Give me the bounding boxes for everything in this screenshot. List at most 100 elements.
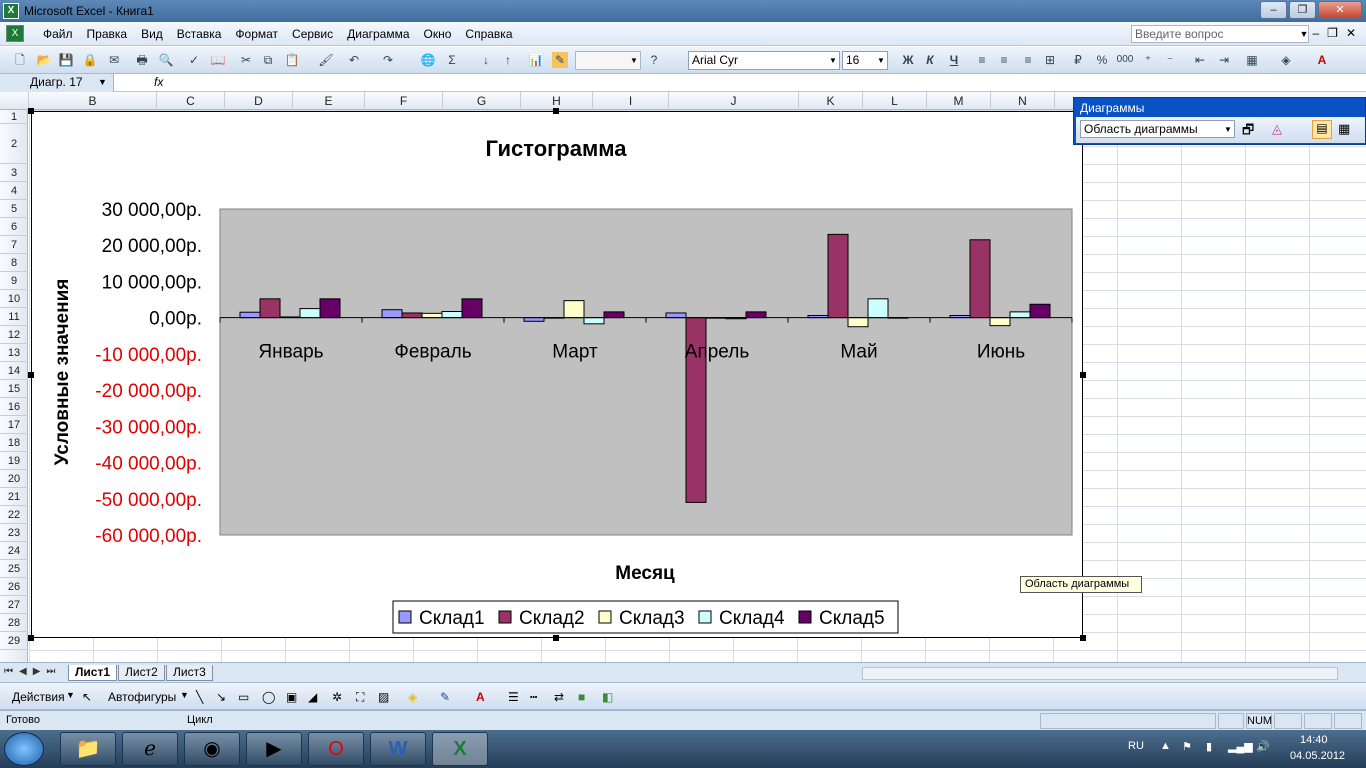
clock-date[interactable]: 04.05.2012	[1290, 750, 1345, 762]
format-chart-area-icon[interactable]: 🗗	[1242, 121, 1254, 143]
sheet-tab-2[interactable]: Лист2	[118, 665, 165, 681]
column-header[interactable]: C	[157, 92, 225, 110]
line-color-icon[interactable]: ✎	[440, 690, 450, 704]
horizontal-scrollbar[interactable]	[862, 667, 1338, 680]
language-indicator[interactable]: RU	[1128, 740, 1144, 752]
print-icon[interactable]: 🖶	[134, 52, 150, 68]
sheet-tab-1[interactable]: Лист1	[68, 665, 118, 681]
row-header[interactable]: 26	[0, 578, 28, 596]
fx-icon[interactable]: fx	[154, 75, 163, 89]
menu-tools[interactable]: Сервис	[285, 27, 340, 41]
action-center-icon[interactable]: ⚑	[1182, 740, 1192, 753]
chevron-down-icon[interactable]: ▼	[180, 690, 189, 700]
menu-view[interactable]: Вид	[134, 27, 170, 41]
dash-style-icon[interactable]: ┅	[530, 690, 537, 704]
menu-window[interactable]: Окно	[417, 27, 459, 41]
row-header[interactable]: 13	[0, 344, 28, 362]
resize-handle[interactable]	[28, 372, 34, 378]
oval-icon[interactable]: ◯	[262, 690, 275, 704]
chart-type-icon[interactable]: ◬	[1272, 121, 1282, 137]
save-icon[interactable]: 💾	[58, 52, 74, 68]
row-header[interactable]: 4	[0, 182, 28, 200]
wordart-icon[interactable]: ◢	[308, 690, 317, 704]
row-header[interactable]: 5	[0, 200, 28, 218]
paste-icon[interactable]: 📋	[284, 52, 300, 68]
permission-icon[interactable]: 🔒	[82, 52, 98, 68]
column-header[interactable]: I	[593, 92, 669, 110]
doc-close-button[interactable]: ✕	[1346, 26, 1356, 40]
row-header[interactable]: 8	[0, 254, 28, 272]
column-header[interactable]: K	[799, 92, 863, 110]
copy-icon[interactable]: ⧉	[260, 52, 276, 68]
row-header[interactable]: 16	[0, 398, 28, 416]
row-header[interactable]: 25	[0, 560, 28, 578]
minimize-button[interactable]: –	[1260, 1, 1287, 19]
menu-format[interactable]: Формат	[228, 27, 285, 41]
fill-color-icon[interactable]: ◈	[1278, 52, 1294, 68]
row-header[interactable]: 18	[0, 434, 28, 452]
network-icon[interactable]: ▂▄▆	[1228, 740, 1253, 753]
column-header[interactable]: E	[293, 92, 365, 110]
help-icon[interactable]: ?	[646, 52, 662, 68]
column-header[interactable]: N	[991, 92, 1055, 110]
data-table-icon[interactable]: ▦	[1338, 121, 1350, 137]
row-header[interactable]: 1	[0, 110, 28, 124]
rectangle-icon[interactable]: ▭	[238, 690, 249, 704]
media-player-icon[interactable]: ▶	[246, 732, 302, 766]
ie-icon[interactable]: ℯ	[122, 732, 178, 766]
column-header[interactable]: B	[29, 92, 157, 110]
align-left-icon[interactable]: ≡	[974, 52, 990, 68]
redo-icon[interactable]: ↷	[380, 52, 396, 68]
resize-handle[interactable]	[28, 635, 34, 641]
autoshapes-menu[interactable]: Автофигуры	[108, 690, 176, 704]
row-header[interactable]: 20	[0, 470, 28, 488]
arrow-icon[interactable]: ↘	[216, 690, 226, 704]
chart-wizard-icon[interactable]: 📊	[528, 52, 544, 68]
excel-app-icon[interactable]: X	[3, 3, 19, 19]
decrease-decimal-icon[interactable]: ⁻	[1162, 52, 1178, 68]
currency-icon[interactable]: ₽	[1070, 52, 1086, 68]
explorer-icon[interactable]: 📁	[60, 732, 116, 766]
sort-ascending-icon[interactable]: ↓	[478, 52, 494, 68]
align-center-icon[interactable]: ≡	[996, 52, 1012, 68]
row-header[interactable]: 19	[0, 452, 28, 470]
row-header[interactable]: 17	[0, 416, 28, 434]
borders-icon[interactable]: ▦	[1244, 52, 1260, 68]
diagram-icon[interactable]: ✲	[332, 690, 342, 704]
select-all-corner[interactable]	[0, 92, 29, 110]
column-header[interactable]: M	[927, 92, 991, 110]
power-icon[interactable]: ▮	[1206, 740, 1212, 753]
undo-icon[interactable]: ↶	[346, 52, 362, 68]
arrow-style-icon[interactable]: ⇄	[554, 690, 564, 704]
legend-icon[interactable]: ▤	[1312, 120, 1332, 139]
menu-help[interactable]: Справка	[458, 27, 519, 41]
increase-decimal-icon[interactable]: ⁺	[1140, 52, 1156, 68]
row-header[interactable]: 14	[0, 362, 28, 380]
autosum-icon[interactable]: Σ	[444, 52, 460, 68]
column-header[interactable]: J	[669, 92, 799, 110]
align-right-icon[interactable]: ≡	[1020, 52, 1036, 68]
row-header[interactable]: 11	[0, 308, 28, 326]
format-painter-icon[interactable]: 🖌	[318, 52, 334, 68]
3d-style-icon[interactable]: ◧	[602, 690, 613, 704]
doc-minimize-button[interactable]: –	[1312, 26, 1319, 40]
merge-center-icon[interactable]: ⊞	[1042, 52, 1058, 68]
close-button[interactable]: ✕	[1318, 1, 1362, 19]
fill-color-icon[interactable]: ◈	[408, 690, 417, 704]
picture-icon[interactable]: ▨	[378, 690, 389, 704]
email-icon[interactable]: ✉	[106, 52, 122, 68]
row-header[interactable]: 21	[0, 488, 28, 506]
font-color-icon[interactable]: A	[476, 690, 485, 704]
chevron-down-icon[interactable]: ▼	[1298, 25, 1310, 43]
font-size-select[interactable]: 16 ▼	[842, 51, 888, 70]
excel-icon[interactable]: X	[432, 732, 488, 766]
sheet-tab-3[interactable]: Лист3	[166, 665, 213, 681]
row-header[interactable]: 28	[0, 614, 28, 632]
research-icon[interactable]: 📖	[210, 52, 226, 68]
row-header[interactable]: 7	[0, 236, 28, 254]
column-header[interactable]: D	[225, 92, 293, 110]
bold-button[interactable]: Ж	[900, 52, 916, 68]
hyperlink-icon[interactable]: 🌐	[420, 52, 436, 68]
restore-button[interactable]: ❐	[1289, 1, 1316, 19]
font-name-select[interactable]: Arial Cyr ▼	[688, 51, 840, 70]
